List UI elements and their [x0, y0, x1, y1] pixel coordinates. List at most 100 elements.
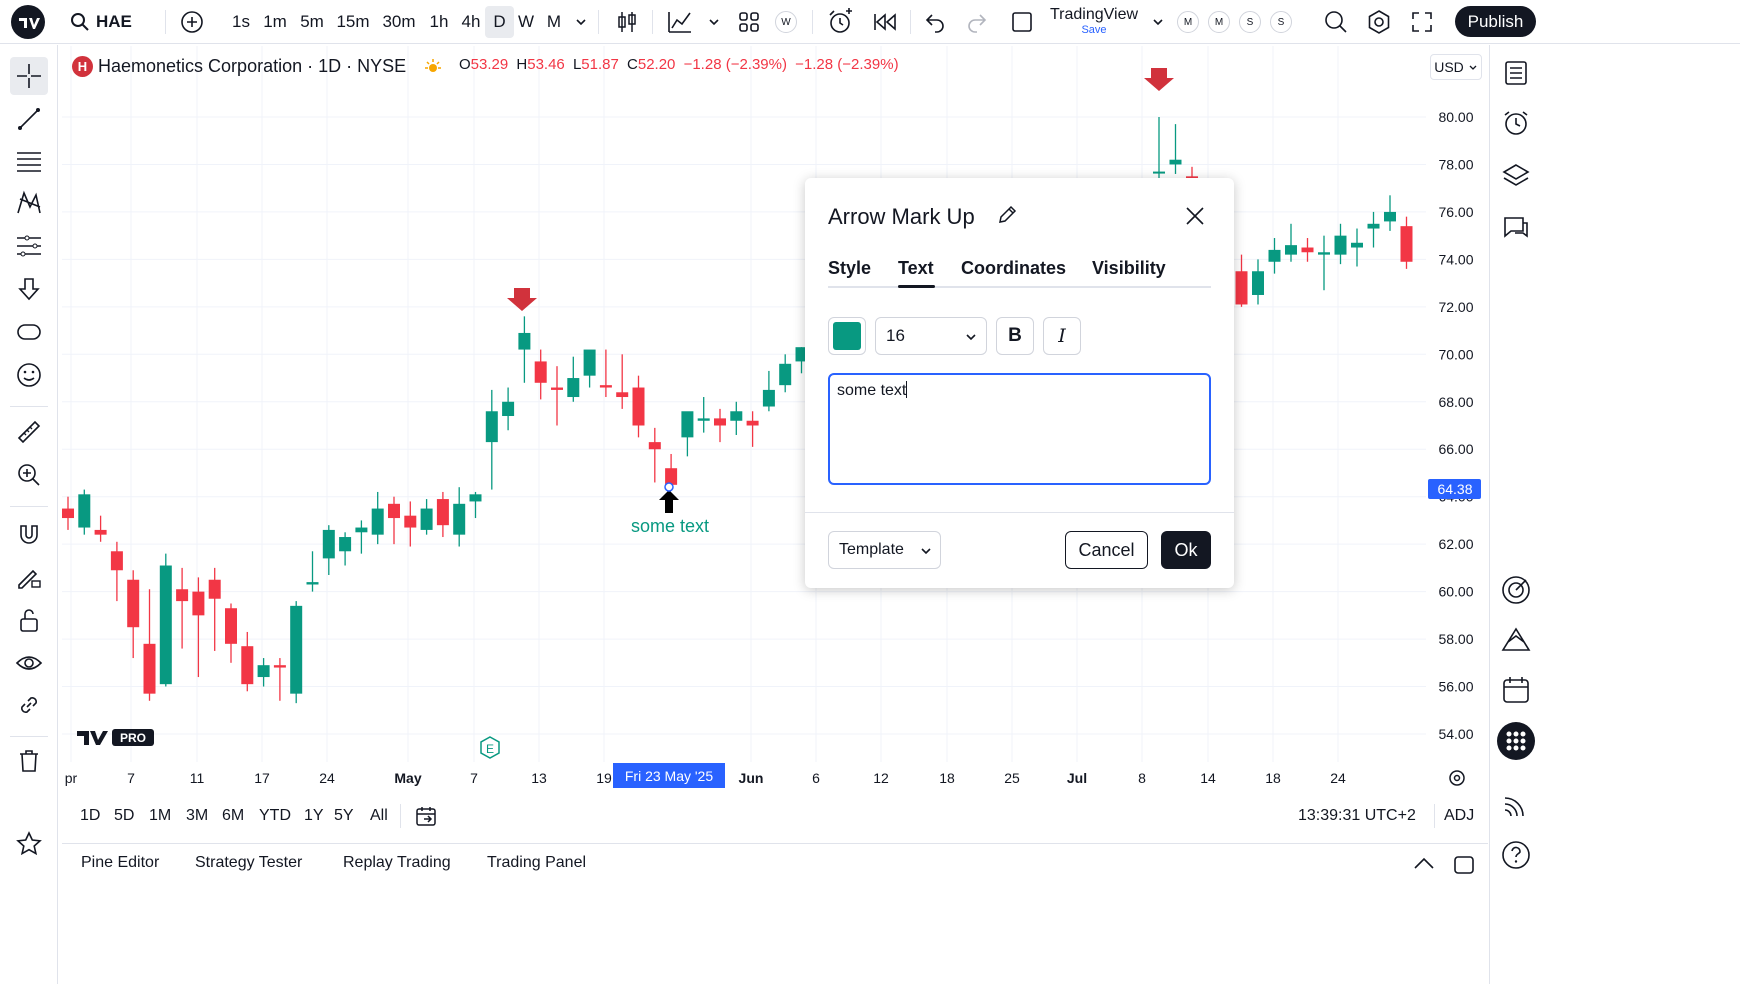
delete-tool[interactable] — [10, 742, 48, 780]
link-tool[interactable] — [10, 686, 48, 724]
dialog-tab-style[interactable]: Style — [828, 258, 871, 279]
dialog-tab-text[interactable]: Text — [898, 258, 934, 279]
help-button[interactable] — [1496, 835, 1536, 875]
range-6M[interactable]: 6M — [222, 807, 244, 825]
object-tree-button[interactable] — [1496, 155, 1536, 195]
template-dropdown[interactable]: Template — [828, 531, 941, 569]
quick-badge-1[interactable]: M — [1208, 0, 1230, 44]
quick-badge-2[interactable]: S — [1239, 0, 1261, 44]
currency-selector[interactable]: USD — [1430, 54, 1482, 80]
timeframe-1m[interactable]: 1m — [258, 6, 292, 38]
pulse-button[interactable] — [1496, 620, 1536, 660]
indicators-button[interactable] — [666, 0, 694, 44]
bottom-tab-pine-editor[interactable]: Pine Editor — [81, 854, 159, 872]
range-5D[interactable]: 5D — [114, 807, 134, 825]
font-size-select[interactable]: 16 — [875, 317, 987, 355]
quick-badge-3[interactable]: S — [1270, 0, 1292, 44]
timeframe-W[interactable]: W — [512, 6, 540, 38]
arrow-tool[interactable] — [10, 270, 48, 308]
arrow-mark-down-2[interactable] — [1144, 68, 1174, 91]
text-color-picker[interactable] — [828, 317, 866, 355]
timeframe-15m[interactable]: 15m — [332, 6, 374, 38]
chart-legend[interactable]: H Haemonetics Corporation · 1D · NYSE — [72, 54, 444, 78]
fullscreen-button[interactable] — [1410, 0, 1434, 44]
indicators-dropdown[interactable] — [707, 0, 721, 44]
earnings-badge[interactable]: E — [480, 736, 500, 759]
rename-button[interactable] — [996, 204, 1018, 231]
magnet-tool[interactable] — [10, 515, 48, 553]
alert-button[interactable] — [827, 0, 855, 44]
bottom-tab-trading-panel[interactable]: Trading Panel — [487, 854, 586, 872]
quick-search-button[interactable] — [1323, 0, 1349, 44]
lock-drawings-tool[interactable] — [10, 601, 48, 639]
forecast-tool[interactable] — [10, 227, 48, 265]
quick-badge-0[interactable]: M — [1177, 0, 1199, 44]
callout-tool[interactable] — [10, 313, 48, 351]
dialog-tab-visibility[interactable]: Visibility — [1092, 258, 1166, 279]
layout-dropdown[interactable] — [1151, 0, 1165, 44]
publish-button[interactable]: Publish — [1455, 6, 1536, 37]
chats-button[interactable] — [1496, 208, 1536, 248]
bottom-tab-replay-trading[interactable]: Replay Trading — [343, 854, 451, 872]
timeframe-M[interactable]: M — [541, 6, 567, 38]
layout-name[interactable]: TradingView Save — [1046, 6, 1142, 36]
timeframe-1h[interactable]: 1h — [424, 6, 454, 38]
products-button[interactable] — [1496, 721, 1536, 761]
arrow-mark-down-1[interactable] — [507, 288, 537, 311]
adjust-toggle[interactable]: ADJ — [1444, 807, 1474, 825]
text-input[interactable]: some text — [828, 373, 1211, 485]
zoom-in-tool[interactable] — [10, 456, 48, 494]
timeframe-4h[interactable]: 4h — [456, 6, 486, 38]
range-1D[interactable]: 1D — [80, 807, 100, 825]
arrow-anchor-handle[interactable] — [664, 482, 674, 492]
close-dialog-button[interactable] — [1183, 204, 1207, 233]
undo-button[interactable] — [924, 0, 946, 44]
symbol-search[interactable]: HAE — [70, 0, 132, 44]
emoji-tool[interactable] — [10, 356, 48, 394]
ruler-tool[interactable] — [10, 413, 48, 451]
ideas-stream-button[interactable] — [1496, 785, 1536, 825]
axis-settings-icon[interactable] — [1449, 770, 1465, 786]
favorites-tool[interactable] — [10, 825, 48, 863]
timeframe-dropdown[interactable] — [574, 0, 588, 44]
watchlist-button[interactable] — [1496, 53, 1536, 93]
w-badge[interactable]: W — [775, 0, 797, 44]
pattern-tool[interactable] — [10, 184, 48, 222]
trend-line-tool[interactable] — [10, 100, 48, 138]
alerts-button[interactable] — [1496, 103, 1536, 143]
screener-button[interactable] — [1496, 570, 1536, 610]
compare-button[interactable] — [180, 0, 204, 44]
timeframe-30m[interactable]: 30m — [377, 6, 421, 38]
redo-button[interactable] — [966, 0, 988, 44]
calendar-button[interactable] — [1496, 670, 1536, 710]
range-5Y[interactable]: 5Y — [334, 807, 354, 825]
draw-mode-tool[interactable] — [10, 558, 48, 596]
templates-button[interactable] — [737, 0, 761, 44]
range-1M[interactable]: 1M — [149, 807, 171, 825]
timeframe-5m[interactable]: 5m — [294, 6, 330, 38]
fib-tool[interactable] — [10, 142, 48, 180]
timeframe-1s[interactable]: 1s — [226, 6, 256, 38]
clock[interactable]: 13:39:31 UTC+2 — [1298, 807, 1416, 825]
hide-drawings-tool[interactable] — [10, 644, 48, 682]
price-chart[interactable]: 80.00 78.00 76.00 74.00 72.00 70.00 68.00 66.00… — [62, 46, 1488, 792]
crosshair-tool[interactable] — [10, 57, 48, 95]
replay-button[interactable] — [872, 0, 898, 44]
layout-select-button[interactable] — [1010, 0, 1034, 44]
range-All[interactable]: All — [370, 807, 388, 825]
italic-toggle[interactable]: I — [1043, 317, 1081, 355]
collapse-panel-button[interactable] — [1412, 854, 1436, 879]
ok-button[interactable]: Ok — [1161, 531, 1211, 569]
cancel-button[interactable]: Cancel — [1065, 531, 1148, 569]
settings-button[interactable] — [1366, 0, 1392, 44]
bottom-tab-strategy-tester[interactable]: Strategy Tester — [195, 854, 302, 872]
range-YTD[interactable]: YTD — [259, 807, 291, 825]
timeframe-D[interactable]: D — [485, 6, 514, 38]
bold-toggle[interactable]: B — [996, 317, 1034, 355]
tradingview-logo[interactable] — [10, 0, 46, 44]
range-3M[interactable]: 3M — [186, 807, 208, 825]
go-to-date-button[interactable] — [414, 804, 438, 833]
range-1Y[interactable]: 1Y — [304, 807, 324, 825]
chart-type-button[interactable] — [614, 0, 640, 44]
dialog-tab-coordinates[interactable]: Coordinates — [961, 258, 1066, 279]
